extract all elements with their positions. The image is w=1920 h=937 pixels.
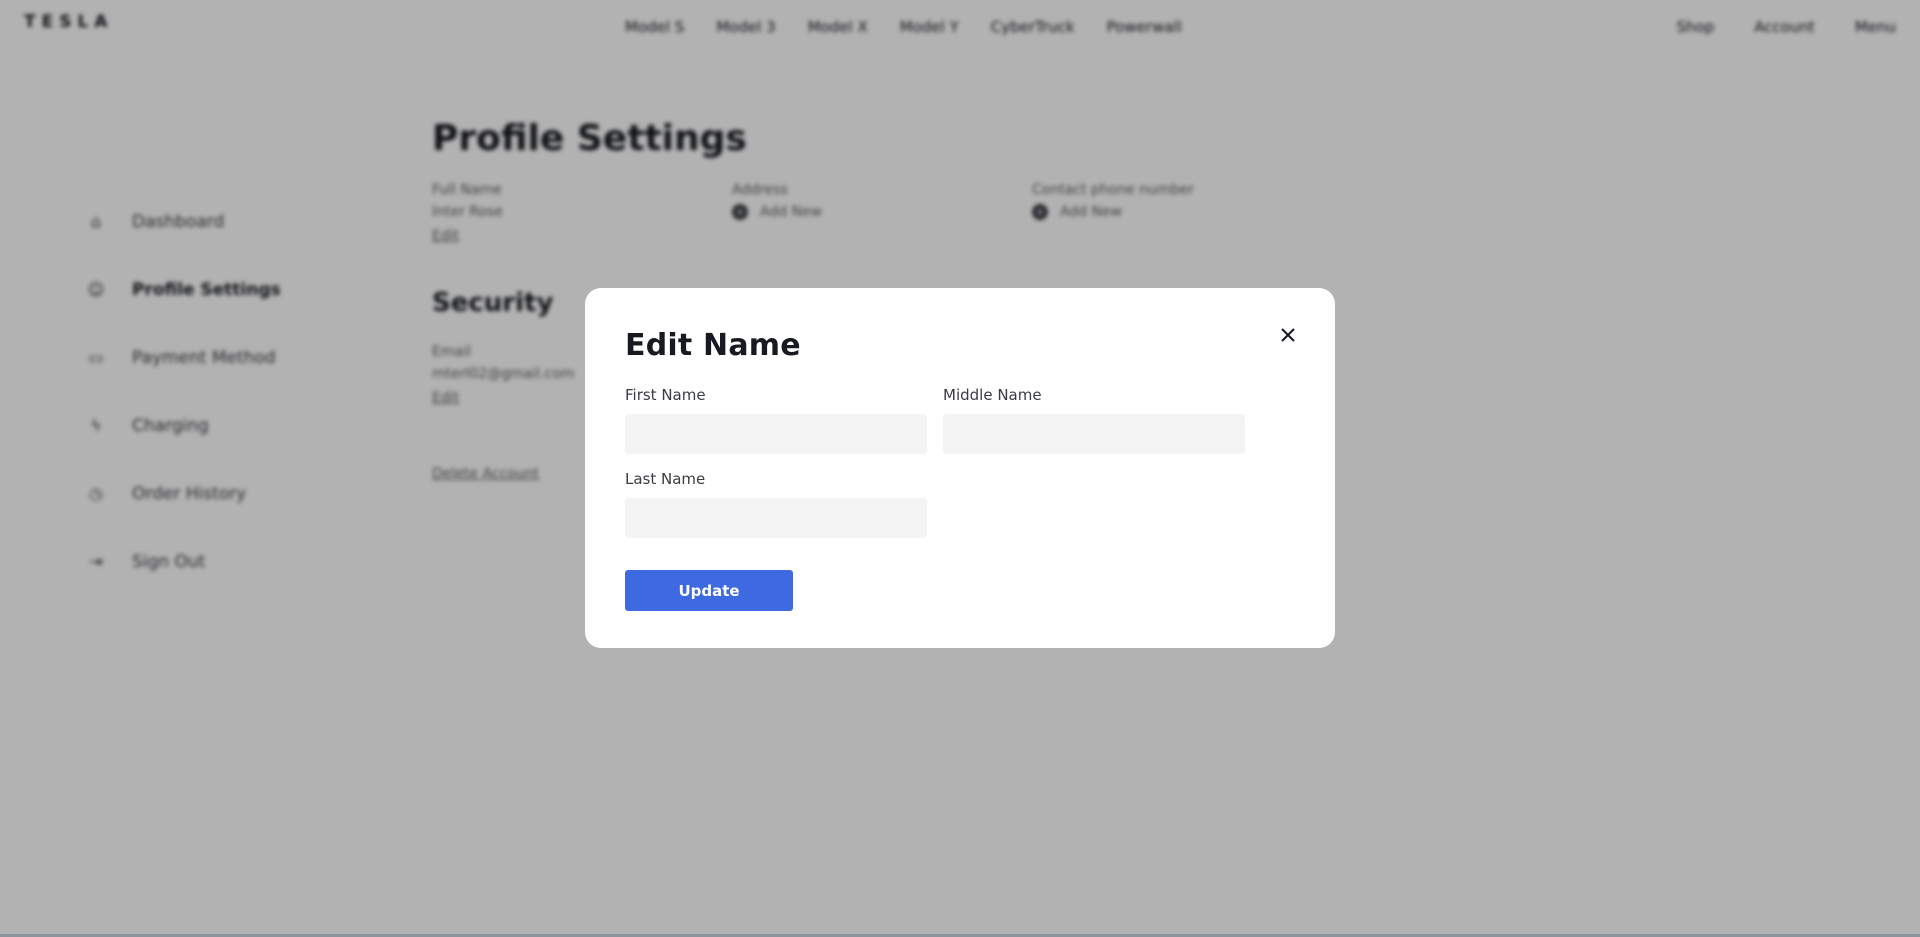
- last-name-field: Last Name: [625, 470, 927, 538]
- middle-name-field: Middle Name: [943, 386, 1245, 454]
- last-name-label: Last Name: [625, 470, 706, 488]
- close-icon: [1281, 328, 1295, 342]
- first-name-field: First Name: [625, 386, 927, 454]
- edit-name-modal: Edit Name First Name Middle Name Last Na…: [585, 288, 1335, 648]
- close-button[interactable]: [1275, 322, 1301, 348]
- first-name-label: First Name: [625, 386, 706, 404]
- modal-title: Edit Name: [625, 328, 801, 363]
- name-form: First Name Middle Name Last Name: [625, 386, 1295, 538]
- last-name-input[interactable]: [625, 498, 927, 538]
- middle-name-input[interactable]: [943, 414, 1245, 454]
- update-button[interactable]: Update: [625, 570, 793, 611]
- first-name-input[interactable]: [625, 414, 927, 454]
- middle-name-label: Middle Name: [943, 386, 1042, 404]
- page: TESLA Model S Model 3 Model X Model Y Cy…: [0, 0, 1920, 937]
